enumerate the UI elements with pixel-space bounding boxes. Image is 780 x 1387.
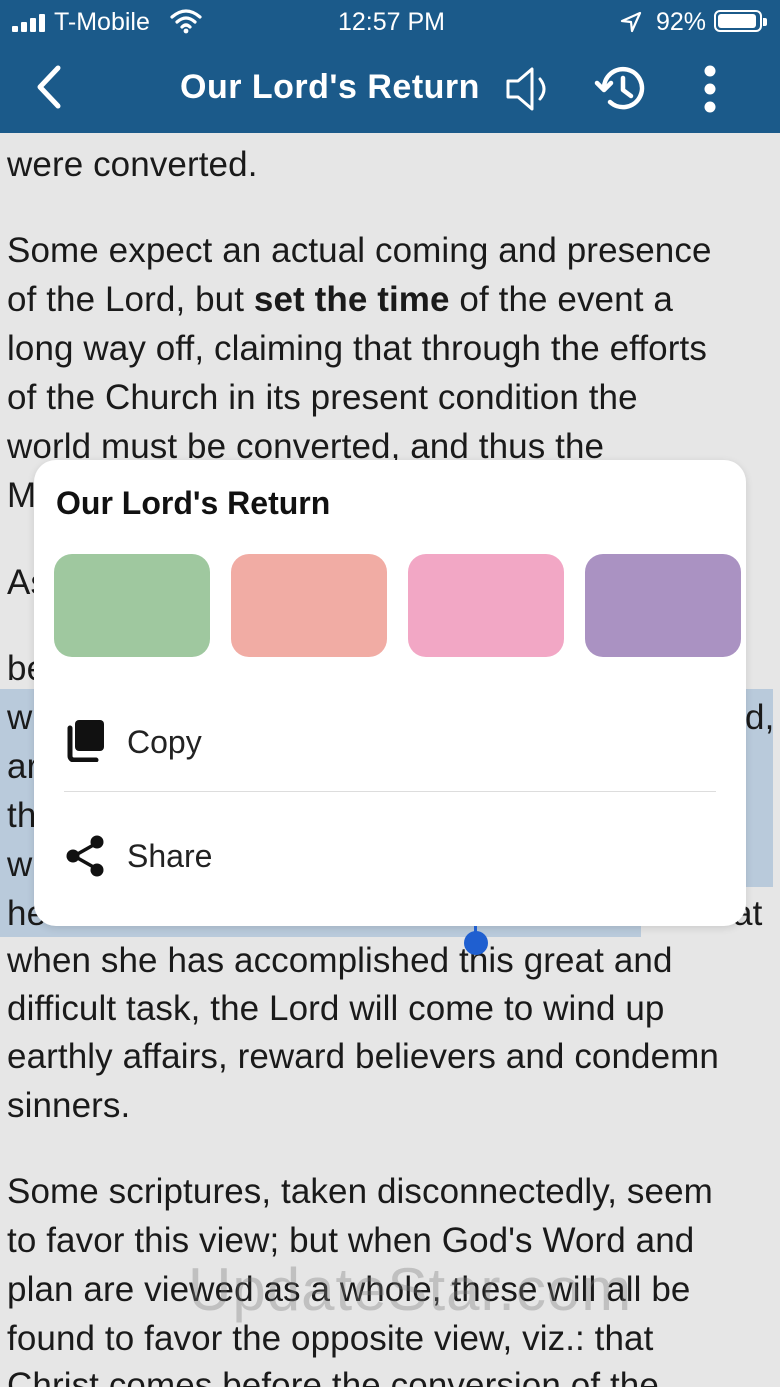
text-line: w	[7, 698, 33, 737]
text-line: found to favor the opposite view, viz.: …	[7, 1319, 654, 1358]
back-button[interactable]	[28, 62, 74, 112]
text-line: difficult task, the Lord will come to wi…	[7, 989, 665, 1028]
bold-phrase: set the time	[253, 280, 450, 319]
share-icon	[66, 835, 104, 877]
text-line: earthly affairs, reward believers and co…	[7, 1037, 720, 1076]
text-line: th	[7, 796, 37, 835]
text-line: were converted.	[7, 145, 258, 184]
wifi-icon	[170, 9, 202, 34]
popup-title: Our Lord's Return	[56, 485, 331, 521]
copy-button[interactable]: Copy	[34, 692, 746, 792]
highlight-swatch-salmon[interactable]	[231, 554, 387, 657]
speaker-icon	[506, 67, 546, 111]
top-bar: T-Mobile 12:57 PM 92% Our Lord's Return	[0, 0, 780, 133]
battery-icon	[714, 10, 767, 32]
highlight-swatch-green[interactable]	[54, 554, 210, 657]
signal-icon	[12, 14, 48, 32]
text-line: of the Church in its present condition t…	[7, 378, 638, 417]
text-line: when she has accomplished this great and	[7, 941, 673, 980]
speaker-button[interactable]	[500, 62, 560, 116]
copy-label: Copy	[127, 724, 202, 760]
selection-end-handle[interactable]	[464, 931, 488, 955]
more-vertical-icon	[704, 65, 716, 113]
text-line: Some expect an actual coming and presenc…	[7, 231, 712, 270]
location-arrow-icon	[620, 11, 642, 33]
text-line: long way off, claiming that through the …	[7, 329, 707, 368]
text-line: d,	[745, 698, 775, 737]
text-line: Christ comes before the conversion of th…	[7, 1366, 659, 1387]
more-button[interactable]	[690, 62, 730, 116]
highlight-popup: Our Lord's Return Copy Share	[34, 460, 746, 926]
history-icon	[594, 66, 645, 110]
text-line: Some scriptures, taken disconnectedly, s…	[7, 1172, 713, 1211]
carrier-name: T-Mobile	[54, 8, 150, 36]
menu-divider	[64, 791, 716, 792]
text-line: w	[7, 845, 33, 884]
clock: 12:57 PM	[338, 8, 446, 36]
highlight-swatch-pink[interactable]	[408, 554, 564, 657]
status-bar: T-Mobile 12:57 PM 92%	[0, 0, 780, 44]
text-line: of the Lord, but set the time of the eve…	[7, 280, 673, 319]
watermark: UpdateStar.com	[188, 1256, 633, 1323]
page-title: Our Lord's Return	[180, 68, 480, 106]
text-line: M	[7, 476, 37, 515]
share-label: Share	[127, 838, 213, 874]
text-line: sinners.	[7, 1086, 131, 1125]
history-button[interactable]	[592, 62, 652, 116]
highlight-swatch-purple[interactable]	[585, 554, 741, 657]
share-button[interactable]: Share	[34, 806, 746, 906]
chevron-left-icon	[37, 65, 61, 109]
app-bar: Our Lord's Return	[0, 44, 780, 133]
battery-percent: 92%	[656, 8, 707, 36]
copy-icon	[67, 720, 104, 762]
